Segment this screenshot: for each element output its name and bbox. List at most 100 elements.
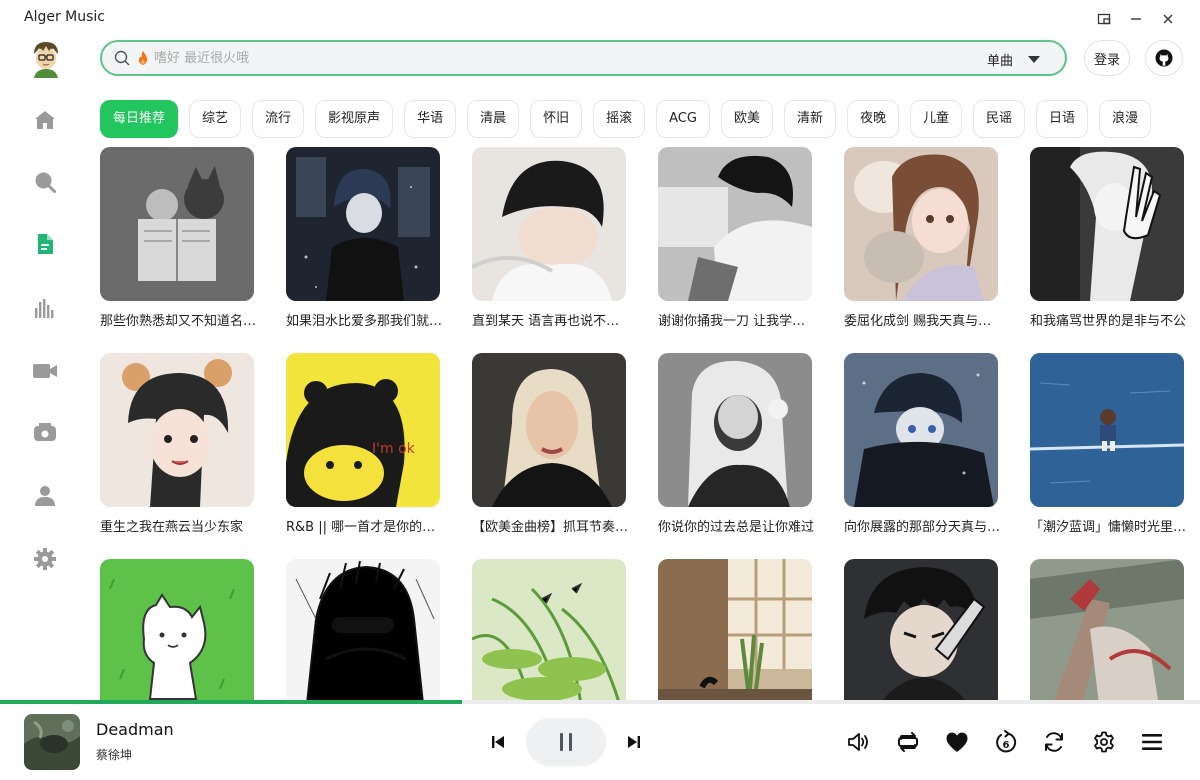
playlist-title[interactable]: R&B || 哪一首才是你的心头好 (286, 516, 446, 535)
svg-text:I'm ok: I'm ok (372, 441, 416, 457)
playlist-card[interactable]: 向你展露的那部分天真与脆弱 (844, 353, 1004, 535)
playlist-cover[interactable] (844, 353, 998, 507)
playlist-card[interactable]: 那些你熟悉却又不知道名字的歌 (100, 147, 260, 329)
player-settings-button[interactable] (1091, 729, 1117, 755)
search-type-select[interactable]: 单曲 (987, 50, 1013, 69)
tab-category[interactable]: 浪漫 (1099, 100, 1152, 138)
playlist-cover[interactable] (472, 147, 626, 301)
nav-home[interactable] (26, 101, 64, 139)
playlist-card[interactable] (472, 559, 626, 700)
nav-chart[interactable] (26, 289, 64, 327)
playlist-card[interactable]: 谢谢你捅我一刀 让我学会了成长 (658, 147, 818, 329)
playlist-cover[interactable] (100, 353, 254, 507)
tab-category[interactable]: 摇滚 (593, 100, 646, 138)
playlist-cover[interactable] (658, 147, 812, 301)
playlist-card[interactable]: I'm ok R&B || 哪一首才是你的心头好 (286, 353, 446, 535)
playlist-title[interactable]: 如果泪水比爱多那我们就不要再见了 (286, 310, 446, 329)
playlist-card[interactable]: 重生之我在燕云当少东家 (100, 353, 254, 535)
tab-category[interactable]: 日语 (1036, 100, 1089, 138)
tab-category[interactable]: 华语 (404, 100, 457, 138)
playlist-title[interactable]: 向你展露的那部分天真与脆弱 (844, 516, 1004, 535)
playlist-cover[interactable] (658, 559, 812, 700)
playlist-card[interactable] (286, 559, 440, 700)
nav-playlist[interactable] (26, 225, 64, 263)
playlist-cover[interactable] (844, 147, 998, 301)
close-button[interactable] (1156, 8, 1180, 30)
tab-category[interactable]: 清新 (783, 100, 836, 138)
playlist-cover[interactable] (844, 559, 998, 700)
playlist-card[interactable]: 你说你的过去总是让你难过 (658, 353, 814, 535)
playlist-card[interactable] (100, 559, 254, 700)
playlist-cover[interactable] (286, 559, 440, 700)
playlist-queue-button[interactable] (1139, 729, 1165, 755)
nav-video[interactable] (26, 352, 64, 390)
playlist-cover[interactable] (1030, 353, 1184, 507)
search-icon (114, 50, 130, 66)
tab-category[interactable]: ACG (656, 100, 710, 138)
playlist-title[interactable]: 「潮汐蓝调」慵懒时光里的温柔 (1030, 516, 1190, 535)
timer-button[interactable]: 6 (993, 729, 1019, 755)
playlist-title[interactable]: 直到某天 语言再也说不出口 (472, 310, 632, 329)
repeat-mode-button[interactable] (895, 729, 921, 755)
playlist-card[interactable]: 直到某天 语言再也说不出口 (472, 147, 632, 329)
playlist-title[interactable]: 你说你的过去总是让你难过 (658, 516, 818, 535)
playlist-card[interactable]: 【欧美金曲榜】抓耳节奏一听就上头 (472, 353, 632, 535)
nav-user[interactable] (26, 477, 64, 515)
tab-category[interactable]: 欧美 (720, 100, 773, 138)
playlist-card[interactable] (844, 559, 998, 700)
nav-radio[interactable] (26, 414, 64, 452)
search-input[interactable] (154, 48, 954, 68)
nav-search[interactable] (26, 163, 64, 201)
tab-category[interactable]: 民谣 (973, 100, 1026, 138)
playlist-card[interactable] (658, 559, 812, 700)
refresh-button[interactable] (1041, 729, 1067, 755)
nav-settings[interactable] (26, 540, 64, 578)
playlist-card[interactable]: 「潮汐蓝调」慵懒时光里的温柔 (1030, 353, 1190, 535)
playlist-card[interactable]: 委屈化成剑 赐我天真与勇敢 (844, 147, 1004, 329)
volume-button[interactable] (846, 729, 872, 755)
skip-next-icon (628, 736, 640, 748)
tab-category[interactable]: 怀旧 (530, 100, 583, 138)
playlist-icon (38, 234, 53, 254)
playlist-cover[interactable] (472, 353, 626, 507)
playlist-cover[interactable]: I'm ok (286, 353, 440, 507)
playlist-title[interactable]: 和我痛骂世界的是非与不公 (1030, 310, 1190, 329)
pause-button[interactable] (526, 718, 606, 766)
playlist-grid: 那些你熟悉却又不知道名字的歌 如果泪水比爱多那我们就不要再见了 直到某天 语言再也说… (100, 147, 1200, 700)
playlist-cover[interactable] (100, 147, 254, 301)
playlist-cover[interactable] (286, 147, 440, 301)
tab-category[interactable]: 流行 (252, 100, 305, 138)
tab-category[interactable]: 儿童 (910, 100, 963, 138)
playlist-card[interactable] (1030, 559, 1184, 700)
tab-category[interactable]: 影视原声 (315, 100, 394, 138)
next-button[interactable] (622, 730, 646, 754)
playlist-title[interactable]: 委屈化成剑 赐我天真与勇敢 (844, 310, 1004, 329)
tab-category[interactable]: 清晨 (467, 100, 520, 138)
like-button[interactable] (944, 729, 970, 755)
playlist-cover[interactable] (100, 559, 254, 700)
playlist-title[interactable]: 重生之我在燕云当少东家 (100, 516, 260, 535)
playlist-cover[interactable] (1030, 559, 1184, 700)
github-button[interactable] (1145, 40, 1183, 76)
playlist-card[interactable]: 和我痛骂世界的是非与不公 (1030, 147, 1186, 329)
playlist-cover[interactable] (1030, 147, 1184, 301)
minimize-button[interactable] (1124, 8, 1148, 30)
tab-category[interactable]: 综艺 (189, 100, 242, 138)
login-button[interactable]: 登录 (1084, 40, 1130, 76)
previous-button[interactable] (486, 730, 510, 754)
playlist-cover[interactable] (658, 353, 812, 507)
tab-category[interactable]: 夜晚 (846, 100, 899, 138)
restore-button[interactable] (1092, 8, 1116, 30)
avatar[interactable] (28, 40, 64, 78)
settings-icon (1094, 731, 1114, 753)
playlist-card[interactable]: 如果泪水比爱多那我们就不要再见了 (286, 147, 446, 329)
playlist-cover[interactable] (472, 559, 626, 700)
now-playing-cover[interactable] (24, 714, 80, 770)
tab-category[interactable]: 每日推荐 (100, 100, 179, 138)
playlist-title[interactable]: 那些你熟悉却又不知道名字的歌 (100, 310, 260, 329)
now-playing-artist[interactable]: 蔡徐坤 (96, 746, 132, 763)
video-icon (33, 364, 57, 378)
playlist-title[interactable]: 【欧美金曲榜】抓耳节奏一听就上头 (472, 516, 632, 535)
playlist-title[interactable]: 谢谢你捅我一刀 让我学会了成长 (658, 310, 818, 329)
chevron-down-icon[interactable] (1027, 55, 1041, 64)
